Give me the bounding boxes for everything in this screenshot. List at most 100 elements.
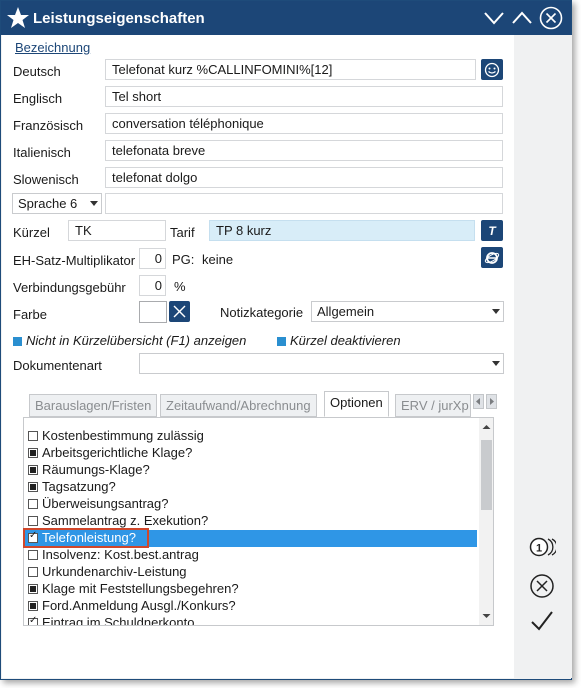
label-deutsch: Deutsch [13,64,61,79]
list-item-label: Urkundenarchiv-Leistung [42,564,187,579]
list-item-label: Tagsatzung? [42,479,116,494]
options-list[interactable]: Kostenbestimmung zulässig Arbeitsgericht… [23,417,494,626]
tarif-button[interactable]: T [481,220,503,241]
label-farbe: Farbe [13,307,47,322]
label-eh-satz: EH-Satz-Multiplikator [13,253,136,268]
tab-zeitaufwand[interactable]: Zeitaufwand/Abrechnung [160,394,317,417]
tab-optionen[interactable]: Optionen [324,391,389,417]
notizkategorie-value: Allgemein [317,304,375,319]
pg-value: keine [202,252,234,267]
label-notizkategorie: Notizkategorie [220,305,304,320]
cancel-icon[interactable] [528,572,556,600]
checkbox[interactable] [28,516,38,526]
list-item[interactable]: Tagsatzung? [24,479,477,496]
tab-scroll-right-icon[interactable] [486,394,497,409]
kuerzel-field[interactable]: TK [68,220,166,241]
dialog-window: Leistungseigenschaften Bezeichnung Deuts… [0,0,572,680]
language-select-value: Sprache 6 [18,196,78,211]
englisch-field[interactable]: Tel short [105,86,503,107]
label-dokumentenart: Dokumentenart [13,358,102,373]
checkbox[interactable] [28,431,38,441]
list-item[interactable]: Insolvenz: Kost.best.antrag [24,547,477,564]
flag-not-in-overview-label: Nicht in Kürzelübersicht (F1) anzeigen [26,333,247,348]
label-kuerzel: Kürzel [13,225,50,240]
tarif-field[interactable]: TP 8 kurz [209,220,475,241]
flag-deactivate[interactable]: Kürzel deaktivieren [277,333,401,348]
list-item-label: Arbeitsgerichtliche Klage? [42,445,193,460]
chevron-up-icon[interactable] [510,6,534,30]
highlight-frame [23,528,149,548]
dropdown-arrow-icon [492,361,500,366]
list-item-label: Kostenbestimmung zulässig [42,428,204,443]
placeholder-icon-button[interactable] [481,59,503,80]
list-item[interactable]: Ford.Anmeldung Ausgl./Konkurs? [24,598,477,615]
scroll-down-icon[interactable] [481,611,492,621]
verbindung-field[interactable]: 0 [139,275,166,296]
checkbox[interactable] [28,584,38,594]
x-icon [173,305,186,318]
browser-button[interactable] [481,247,503,268]
list-item[interactable]: Urkundenarchiv-Leistung [24,564,477,581]
list-item-label: Ford.Anmeldung Ausgl./Konkurs? [42,598,236,613]
flag-not-in-overview[interactable]: Nicht in Kürzelübersicht (F1) anzeigen [13,333,246,348]
list-item[interactable]: Überweisungsantrag? [24,496,477,513]
label-englisch: Englisch [13,91,63,106]
dropdown-arrow-icon [492,309,500,314]
slowenisch-field[interactable]: telefonat dolgo [105,167,503,188]
checkbox[interactable] [28,482,38,492]
notizkategorie-select[interactable]: Allgemein [311,301,504,322]
checkbox[interactable] [28,567,38,577]
list-scrollbar[interactable] [479,418,493,625]
title-bar: Leistungseigenschaften [1,1,571,35]
tab-scroll-left-icon[interactable] [473,394,484,409]
checkbox[interactable] [28,465,38,475]
list-item[interactable]: Eintrag im Schuldnerkonto [24,615,477,626]
window-title: Leistungseigenschaften [33,10,205,27]
flag-square-icon [277,337,286,347]
label-franzoesisch: Französisch [13,118,84,133]
svg-text:1: 1 [536,543,542,555]
star-icon [7,7,29,28]
counter-one-icon[interactable]: 1 [528,533,556,561]
section-bezeichnung: Bezeichnung [15,40,91,55]
list-item-label: Insolvenz: Kost.best.antrag [42,547,199,562]
language6-field[interactable] [105,193,503,214]
list-item[interactable]: Arbeitsgerichtliche Klage? [24,445,477,462]
franzoesisch-field[interactable]: conversation téléphonique [105,113,503,134]
dokumentenart-select[interactable] [139,353,504,374]
list-item-label: Sammelantrag z. Exekution? [42,513,209,528]
checkbox[interactable] [28,499,38,509]
tab-barauslagen[interactable]: Barauslagen/Fristen [29,394,158,417]
eh-satz-field[interactable]: 0 [139,248,166,269]
checkbox[interactable] [28,601,38,611]
tab-erv[interactable]: ERV / jurXp [395,394,471,417]
dropdown-arrow-icon [90,201,98,206]
list-item[interactable]: Räumungs-Klage? [24,462,477,479]
close-icon[interactable] [539,6,563,30]
list-item-label: Eintrag im Schuldnerkonto [42,615,195,626]
confirm-check-icon[interactable] [528,607,556,635]
tab-bar: Barauslagen/Fristen Zeitaufwand/Abrechnu… [25,391,503,417]
list-item-label: Überweisungsantrag? [42,496,169,511]
chevron-down-icon[interactable] [482,6,506,30]
label-tarif: Tarif [170,225,195,240]
label-italienisch: Italienisch [13,145,71,160]
clear-color-button[interactable] [169,301,190,322]
list-item-label: Räumungs-Klage? [42,462,150,477]
scroll-up-icon[interactable] [481,422,492,432]
internet-explorer-icon [484,251,500,264]
checkbox[interactable] [28,615,38,625]
checkbox[interactable] [28,448,38,458]
checkbox[interactable] [28,550,38,560]
color-swatch[interactable] [139,301,167,323]
flag-square-icon [13,337,22,347]
list-item-label: Klage mit Feststellungsbegehren? [42,581,239,596]
label-pg: PG: [172,252,195,267]
italienisch-field[interactable]: telefonata breve [105,140,503,161]
language-select[interactable]: Sprache 6 [12,193,102,214]
deutsch-field[interactable]: Telefonat kurz %CALLINFOMINI%[12] [105,59,476,80]
scrollbar-thumb[interactable] [481,440,492,510]
percent-unit: % [174,279,186,294]
list-item[interactable]: Klage mit Feststellungsbegehren? [24,581,477,598]
list-item[interactable]: Kostenbestimmung zulässig [24,428,477,445]
